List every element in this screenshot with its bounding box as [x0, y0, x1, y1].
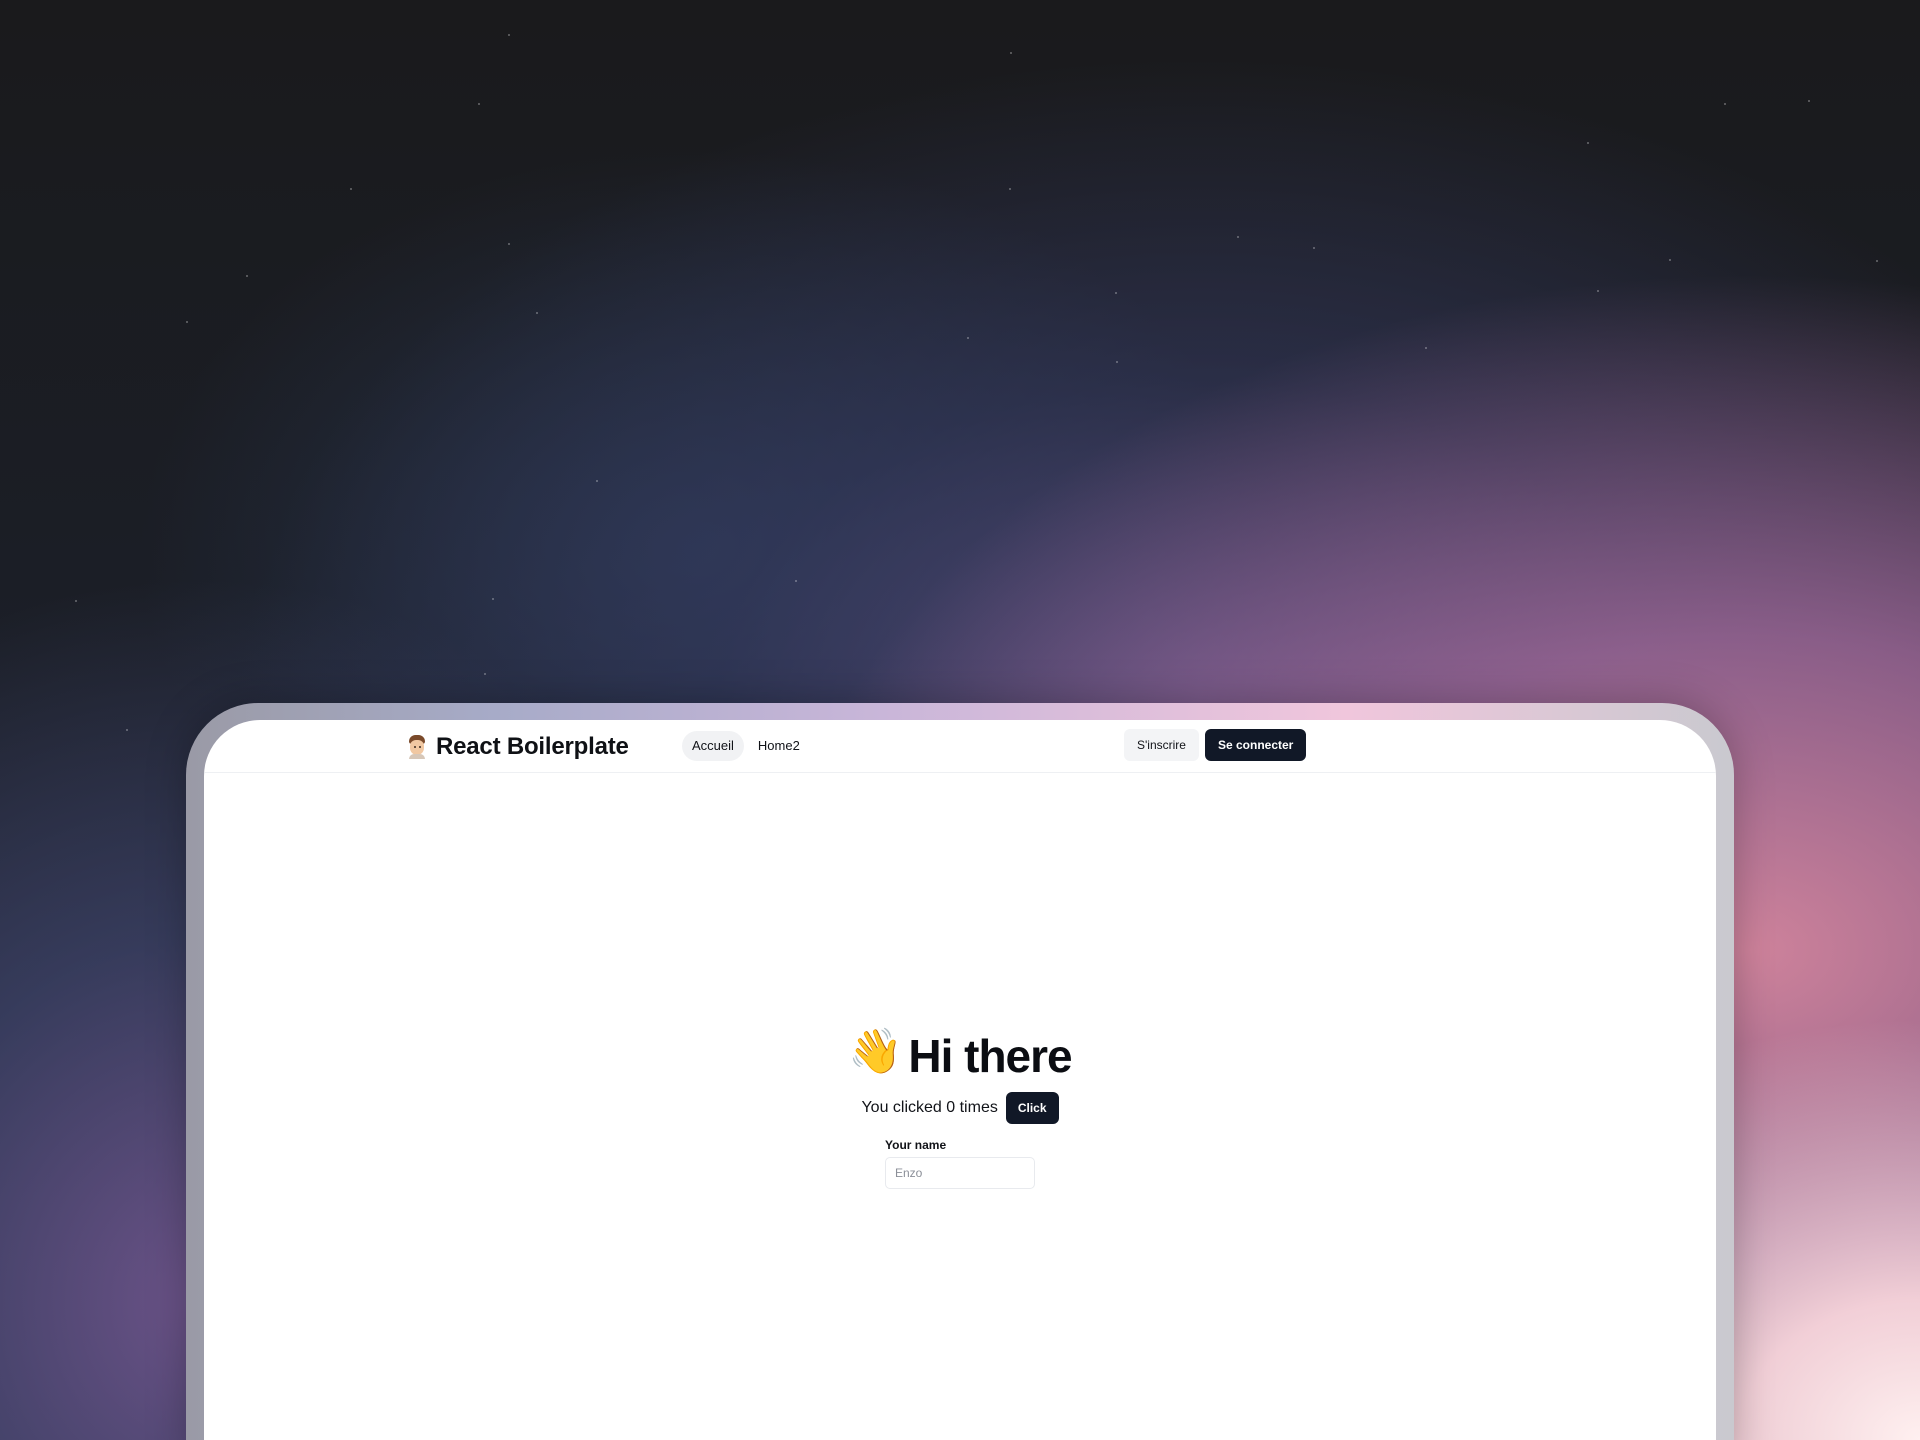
star — [1010, 52, 1012, 54]
click-counter-text: You clicked 0 times — [861, 1099, 998, 1116]
name-field: Your name — [885, 1138, 1035, 1189]
app-window: React Boilerplate Accueil Home2 S'inscri… — [204, 720, 1716, 1440]
star — [508, 34, 510, 36]
hero-title-text: Hi there — [908, 1030, 1072, 1082]
star — [1724, 103, 1726, 105]
star — [508, 243, 510, 245]
star — [126, 729, 128, 731]
star — [1009, 188, 1011, 190]
signup-button[interactable]: S'inscrire — [1124, 729, 1199, 761]
star — [1313, 247, 1315, 249]
person-avatar-icon — [406, 735, 428, 759]
star — [1115, 292, 1117, 294]
star — [246, 275, 248, 277]
star — [492, 598, 494, 600]
star — [1808, 100, 1810, 102]
nav-links: Accueil Home2 — [682, 731, 810, 761]
login-button[interactable]: Se connecter — [1204, 729, 1307, 761]
star — [1237, 236, 1239, 238]
waving-hand-icon: 👋 — [848, 1027, 903, 1076]
counter-row: You clicked 0 times Click — [204, 1092, 1716, 1124]
star — [596, 480, 598, 482]
nav-link-home2[interactable]: Home2 — [748, 731, 810, 761]
star — [478, 103, 480, 105]
star — [75, 600, 77, 602]
page-title: 👋 Hi there — [848, 1027, 1072, 1084]
star — [484, 673, 486, 675]
nav-link-accueil[interactable]: Accueil — [682, 731, 744, 761]
star — [1669, 259, 1671, 261]
star — [1587, 142, 1589, 144]
star — [1116, 361, 1118, 363]
name-label: Your name — [885, 1138, 947, 1152]
brand[interactable]: React Boilerplate — [406, 733, 629, 760]
star — [350, 188, 352, 190]
navbar: React Boilerplate Accueil Home2 S'inscri… — [204, 720, 1716, 773]
star — [967, 337, 969, 339]
star — [1425, 347, 1427, 349]
click-button[interactable]: Click — [1005, 1092, 1059, 1124]
auth-actions: S'inscrire Se connecter — [1124, 729, 1307, 761]
brand-title: React Boilerplate — [436, 733, 629, 760]
star — [795, 580, 797, 582]
hero: 👋 Hi there — [204, 1028, 1716, 1084]
star — [536, 312, 538, 314]
star — [1876, 260, 1878, 262]
star — [186, 321, 188, 323]
star — [1597, 290, 1599, 292]
name-input[interactable] — [885, 1157, 1035, 1189]
